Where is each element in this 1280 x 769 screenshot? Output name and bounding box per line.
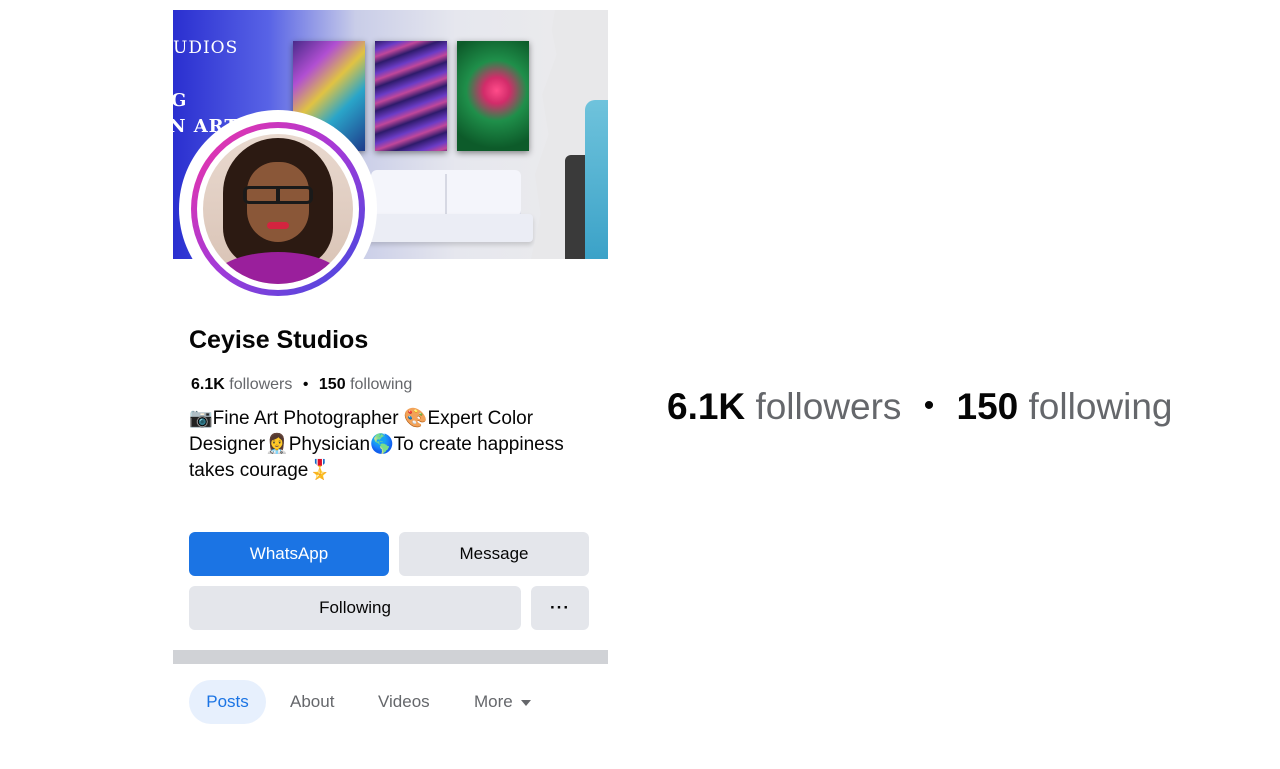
tab-videos[interactable]: Videos [378, 680, 430, 724]
avatar-border [197, 128, 359, 290]
profile-photo-glasses [243, 186, 313, 204]
caret-down-icon [520, 699, 531, 706]
zoomed-follow-stats: 6.1K followers • 150 following [667, 386, 1173, 428]
cover-artwork-painting-3 [457, 41, 529, 151]
stats-separator: • [302, 376, 309, 393]
zoomed-following-label: following [1028, 386, 1173, 427]
following-button[interactable]: Following [189, 586, 521, 630]
cover-sofa-seat [361, 214, 533, 242]
zoomed-followers-label: followers [755, 386, 902, 427]
zoomed-stats-separator: • [923, 389, 935, 422]
following-count[interactable]: 150 [319, 376, 346, 393]
whatsapp-button[interactable]: WhatsApp [189, 532, 389, 576]
message-button[interactable]: Message [399, 532, 589, 576]
profile-photo-lips [267, 222, 289, 229]
story-ring [191, 122, 365, 296]
following-label[interactable]: following [350, 376, 412, 393]
cover-artwork-painting-2 [375, 41, 447, 151]
cover-person-figure [585, 100, 608, 259]
zoomed-followers-count: 6.1K [667, 386, 746, 427]
profile-photo [203, 134, 353, 284]
zoomed-following-count: 150 [956, 386, 1019, 427]
followers-label[interactable]: followers [229, 376, 292, 393]
tab-about[interactable]: About [290, 680, 334, 724]
follow-stats: 6.1K followers • 150 following [191, 376, 412, 394]
cover-sofa-cushion-divider [445, 174, 447, 214]
profile-panel: UDIOS G N ART Ceyise Studios 6.1K follow… [173, 10, 608, 740]
avatar[interactable] [179, 110, 377, 308]
tab-more-label: More [474, 692, 513, 711]
tab-more[interactable]: More [474, 680, 531, 724]
followers-count[interactable]: 6.1K [191, 376, 225, 393]
cover-text-line2: G [173, 90, 187, 111]
more-options-button[interactable]: ··· [531, 586, 589, 630]
profile-photo-clothing [211, 252, 345, 284]
section-divider [173, 650, 608, 664]
bio-text: 📷Fine Art Photographer 🎨Expert Color Des… [189, 408, 564, 481]
page-title: Ceyise Studios [189, 326, 369, 354]
cover-text-studios: UDIOS [173, 38, 239, 58]
tab-posts[interactable]: Posts [189, 680, 266, 724]
